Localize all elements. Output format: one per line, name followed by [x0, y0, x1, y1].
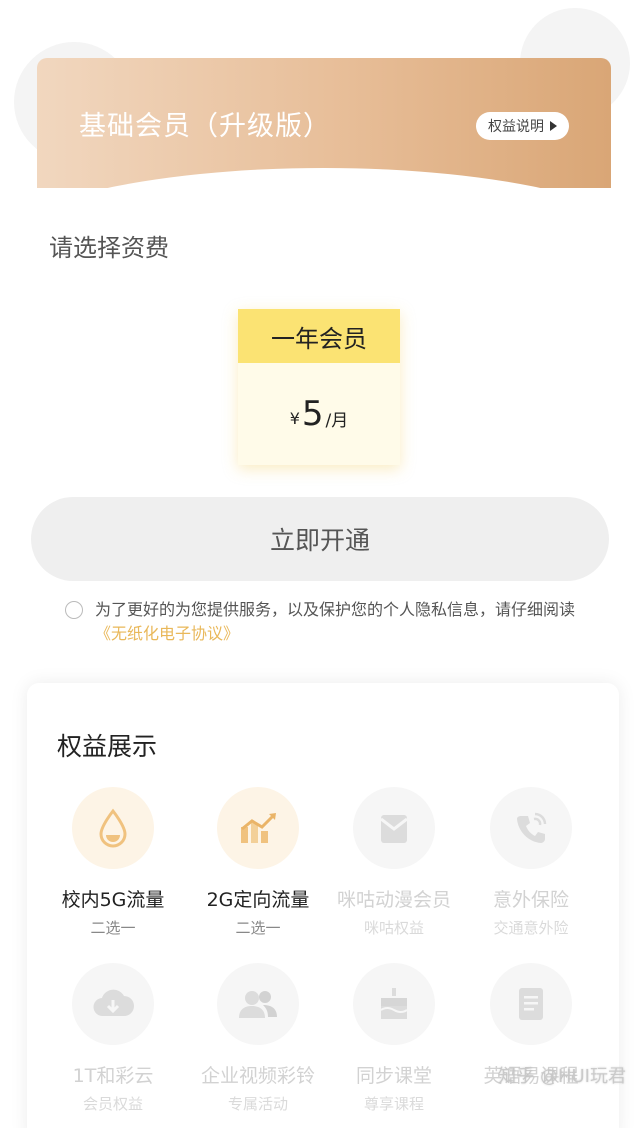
benefit-name: 1T和彩云: [72, 1065, 154, 1087]
watermark: 知乎 @HUI玩君: [498, 1066, 626, 1087]
plan-price: ¥ 5 /月: [238, 363, 400, 465]
benefit-caiyun[interactable]: 1T和彩云 会员权益: [38, 963, 188, 1114]
plan-name: 一年会员: [238, 309, 400, 363]
benefit-sub: 尊享课程: [363, 1095, 424, 1113]
benefit-name: 企业视频彩铃: [200, 1065, 315, 1087]
plan-price-value: 5: [301, 394, 324, 434]
benefit-sync-class[interactable]: 同步课堂 尊享课程: [319, 963, 469, 1114]
benefit-campus-5g[interactable]: 校内5G流量 二选一: [38, 787, 188, 938]
document-icon: [490, 963, 572, 1045]
benefit-sub: 咪咕权益: [363, 919, 424, 937]
plan-card-yearly[interactable]: 一年会员 ¥ 5 /月: [238, 309, 400, 465]
benefit-sub: 专属活动: [227, 1095, 288, 1113]
banner-curve: [37, 168, 611, 188]
benefit-accident-insurance[interactable]: 意外保险 交通意外险: [456, 787, 606, 938]
envelope-icon: [353, 787, 435, 869]
cloud-download-icon: [72, 963, 154, 1045]
banner-title: 基础会员（升级版）: [79, 111, 331, 142]
plan-currency: ¥: [289, 408, 300, 428]
play-arrow-icon: [550, 121, 557, 131]
benefits-title: 权益展示: [57, 732, 158, 761]
benefit-sub: 会员权益: [82, 1095, 143, 1113]
benefit-sub: 二选一: [90, 919, 136, 937]
benefit-2g-directional[interactable]: 2G定向流量 二选一: [183, 787, 333, 938]
membership-banner: 基础会员（升级版） 权益说明: [37, 58, 611, 188]
agreement-text: 为了更好的为您提供服务，以及保护您的个人隐私信息，请仔细阅读《无纸化电子协议》: [95, 598, 585, 646]
benefit-name: 咪咕动漫会员: [336, 889, 451, 911]
agreement-text-body: 为了更好的为您提供服务，以及保护您的个人隐私信息，请仔细阅读: [95, 600, 576, 619]
agreement-radio-icon[interactable]: [65, 601, 83, 619]
cake-icon: [353, 963, 435, 1045]
water-drop-icon: [72, 787, 154, 869]
rights-info-label: 权益说明: [488, 119, 544, 135]
users-icon: [217, 963, 299, 1045]
agreement-link[interactable]: 《无纸化电子协议》: [95, 624, 239, 643]
activate-now-button[interactable]: 立即开通: [31, 497, 609, 581]
benefit-name: 2G定向流量: [206, 889, 310, 911]
trend-chart-icon: [217, 787, 299, 869]
benefit-sub: 交通意外险: [493, 919, 569, 937]
phone-icon: [490, 787, 572, 869]
agreement-row: 为了更好的为您提供服务，以及保护您的个人隐私信息，请仔细阅读《无纸化电子协议》: [65, 598, 585, 646]
benefit-sub: 二选一: [235, 919, 281, 937]
rights-info-button[interactable]: 权益说明: [476, 112, 569, 140]
benefit-video-ringtone[interactable]: 企业视频彩铃 专属活动: [183, 963, 333, 1114]
benefit-name: 意外保险: [492, 889, 569, 911]
benefit-migu-comic[interactable]: 咪咕动漫会员 咪咕权益: [319, 787, 469, 938]
plan-price-unit: /月: [325, 410, 349, 431]
benefit-name: 同步课堂: [355, 1065, 432, 1087]
benefit-name: 校内5G流量: [61, 889, 165, 911]
select-plan-label: 请选择资费: [49, 234, 169, 262]
